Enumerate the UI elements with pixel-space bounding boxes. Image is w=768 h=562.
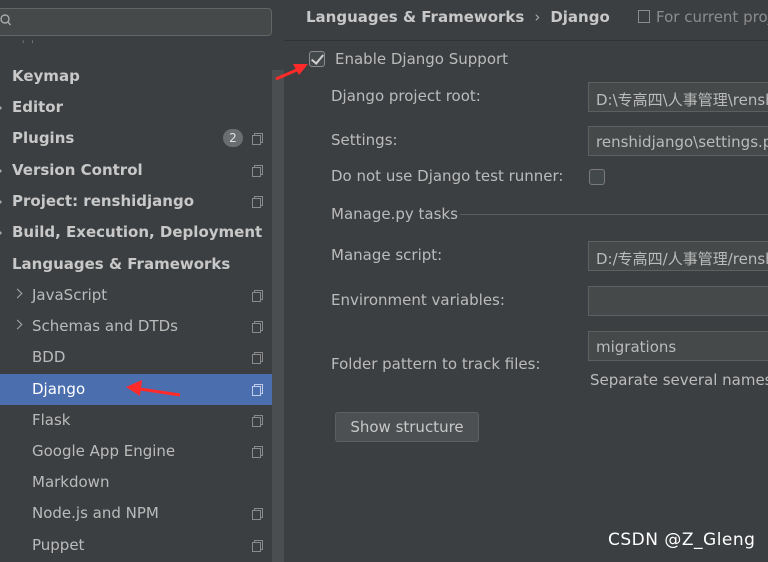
manage-script-field[interactable]: D:/专高四/人事管理/renshidjango/manage.py [588, 241, 768, 271]
project-root-field[interactable]: D:\专高四\人事管理\renshidjango [588, 82, 768, 112]
annotation-arrow-icon [275, 64, 308, 81]
watermark: CSDN @Z_Gleng [608, 530, 756, 550]
sidebar-item-label: JavaScript [32, 286, 108, 304]
sidebar-item-markdown[interactable]: Markdown [0, 467, 272, 498]
project-scope-icon [252, 352, 263, 364]
folder-pattern-hint: Separate several names w [590, 371, 768, 389]
expand-caret-icon[interactable] [0, 167, 2, 175]
scope-text: For current proj [656, 8, 768, 26]
sidebar-item-label: Editor [12, 98, 63, 116]
sidebar-item-build-execution-deployment[interactable]: Build, Execution, Deployment [0, 217, 272, 248]
sidebar-item-label: Google App Engine [32, 442, 176, 460]
sidebar-item-label: Schemas and DTDs [32, 317, 178, 335]
project-scope-icon [252, 290, 263, 302]
sidebar-item-label: Flask [32, 411, 71, 429]
expand-caret-icon[interactable] [0, 229, 2, 237]
breadcrumb: Languages & Frameworks › Django [306, 8, 610, 26]
sidebar-item-label: Languages & Frameworks [12, 255, 231, 273]
show-structure-button[interactable]: Show structure [335, 412, 479, 442]
breadcrumb-current: Django [550, 8, 610, 26]
annotation-arrow-icon [126, 380, 181, 397]
settings-label: Settings: [331, 131, 398, 149]
project-scope-icon [252, 540, 263, 552]
enable-django-label[interactable]: Enable Django Support [335, 50, 508, 68]
sidebar-item-label: Plugins [12, 129, 75, 147]
sidebar-item-label: Django [32, 380, 86, 398]
sidebar-item-google-app-engine[interactable]: Google App Engine [0, 436, 272, 467]
project-scope-icon [252, 133, 263, 145]
scope-indicator: For current proj [638, 8, 768, 26]
test-runner-checkbox[interactable] [589, 169, 605, 185]
sidebar-item-label: Project: renshidjango [12, 192, 195, 210]
expand-caret-icon[interactable] [0, 104, 2, 112]
sidebar-item-label: Keymap [12, 67, 80, 85]
settings-content-panel: Languages & Frameworks › Django For curren… [284, 0, 768, 562]
project-scope-icon [252, 415, 263, 427]
sidebar-item-puppet[interactable]: Puppet [0, 530, 272, 561]
project-scope-icon [252, 165, 263, 177]
settings-field[interactable]: renshidjango\settings.py [588, 126, 768, 156]
env-vars-field[interactable] [588, 286, 768, 316]
sidebar-scrollbar[interactable] [272, 70, 284, 562]
project-scope-icon [252, 384, 263, 396]
sidebar-item-flask[interactable]: Flask [0, 405, 272, 436]
test-runner-label: Do not use Django test runner: [331, 167, 564, 185]
sidebar-item-bdd[interactable]: BDD [0, 342, 272, 373]
cut-off-tree-item: ' ' [22, 40, 36, 50]
settings-search-field[interactable] [0, 8, 272, 36]
chevron-right-icon[interactable] [12, 288, 23, 299]
project-scope-icon [252, 508, 263, 520]
project-scope-icon [638, 10, 650, 23]
settings-sidebar: ' ' Keymap Editor Plugins 2 Version Cont… [0, 0, 284, 562]
search-icon [0, 14, 11, 26]
sidebar-item-javascript[interactable]: JavaScript [0, 280, 272, 311]
sidebar-item-editor[interactable]: Editor [0, 92, 272, 123]
section-divider [460, 214, 768, 215]
manage-script-label: Manage script: [331, 246, 443, 264]
sidebar-item-version-control[interactable]: Version Control [0, 155, 272, 186]
expand-caret-icon[interactable] [0, 198, 2, 206]
checkmark-icon [310, 51, 325, 65]
project-scope-icon [252, 321, 263, 333]
project-scope-icon [252, 446, 263, 458]
sidebar-item-label: BDD [32, 348, 66, 366]
manage-tasks-section-title: Manage.py tasks [331, 205, 458, 223]
env-vars-label: Environment variables: [331, 291, 505, 309]
sidebar-item-label: Node.js and NPM [32, 504, 159, 522]
chevron-right-icon[interactable] [12, 319, 23, 330]
sidebar-item-plugins[interactable]: Plugins 2 [0, 123, 272, 154]
sidebar-item-label: Markdown [32, 473, 110, 491]
sidebar-item-keymap[interactable]: Keymap [0, 61, 272, 92]
sidebar-item-label: Build, Execution, Deployment [12, 223, 263, 241]
sidebar-item-label: Version Control [12, 161, 143, 179]
breadcrumb-separator: › [534, 8, 541, 26]
header-divider [284, 40, 768, 41]
sidebar-item-nodejs-npm[interactable]: Node.js and NPM [0, 498, 272, 529]
sidebar-item-languages-frameworks[interactable]: Languages & Frameworks [0, 249, 272, 280]
sidebar-item-label: Puppet [32, 536, 85, 554]
breadcrumb-parent[interactable]: Languages & Frameworks [306, 8, 524, 26]
folder-pattern-label: Folder pattern to track files: [331, 355, 541, 373]
project-scope-icon [252, 196, 263, 208]
sidebar-item-project[interactable]: Project: renshidjango [0, 186, 272, 217]
update-count-badge: 2 [223, 129, 243, 147]
project-root-label: Django project root: [331, 87, 481, 105]
folder-pattern-field[interactable]: migrations [588, 331, 768, 361]
sidebar-item-schemas-dtds[interactable]: Schemas and DTDs [0, 311, 272, 342]
